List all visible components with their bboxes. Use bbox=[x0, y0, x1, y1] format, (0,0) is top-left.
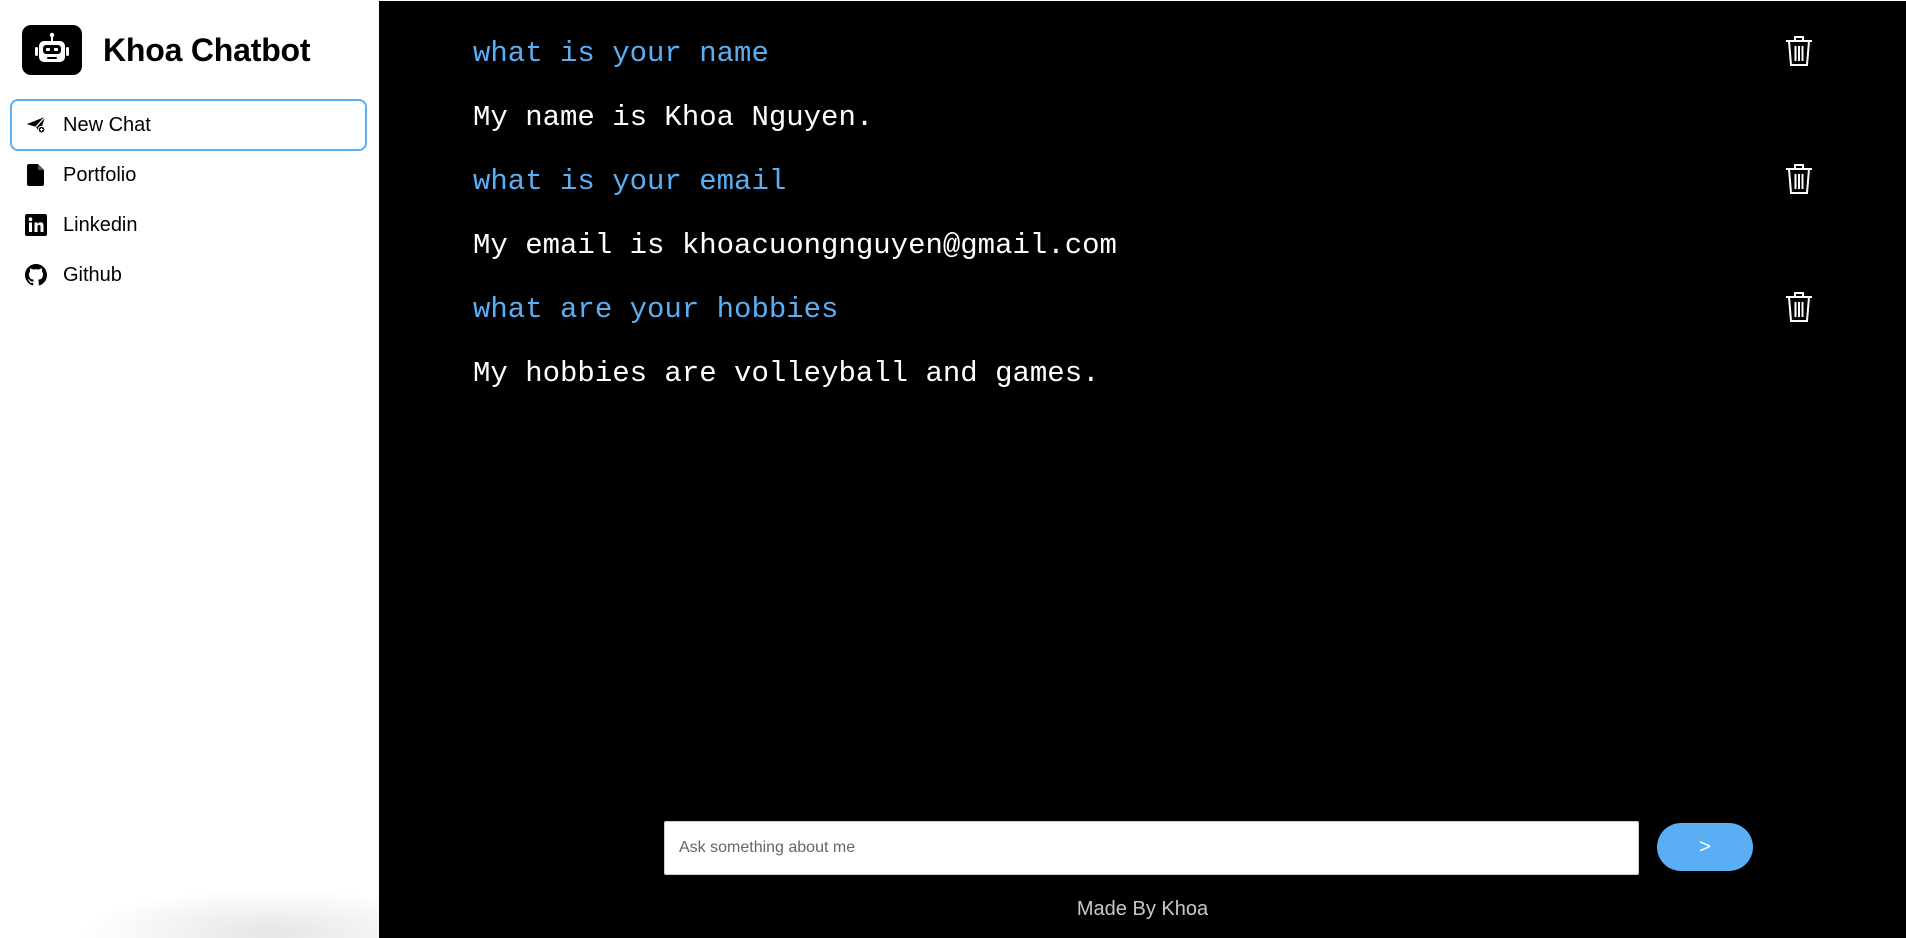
sidebar-item-label: Linkedin bbox=[63, 213, 138, 236]
paper-plane-icon bbox=[24, 113, 48, 137]
user-question: what is your name bbox=[473, 37, 769, 70]
sidebar: Khoa Chatbot New Chat Portfolio Linkedin… bbox=[0, 0, 379, 938]
sidebar-item-github[interactable]: Github bbox=[10, 249, 367, 301]
trash-icon bbox=[1786, 164, 1812, 194]
bot-answer: My email is khoacuongnguyen@gmail.com bbox=[473, 229, 1117, 262]
sidebar-shadow bbox=[80, 888, 379, 938]
sidebar-item-label: Github bbox=[63, 263, 122, 286]
user-question: what is your email bbox=[473, 165, 787, 198]
github-icon bbox=[24, 263, 48, 287]
delete-message-button[interactable] bbox=[1783, 289, 1815, 325]
bot-answer: My name is Khoa Nguyen. bbox=[473, 101, 874, 134]
sidebar-item-label: Portfolio bbox=[63, 163, 137, 186]
brand: Khoa Chatbot bbox=[22, 25, 311, 75]
send-button[interactable]: > bbox=[1657, 823, 1753, 871]
chat-panel: what is your name My name is Khoa Nguyen… bbox=[379, 1, 1906, 938]
robot-logo-icon bbox=[22, 25, 82, 75]
bot-answer: My hobbies are volleyball and games. bbox=[473, 357, 1100, 390]
linkedin-icon bbox=[24, 213, 48, 237]
sidebar-item-portfolio[interactable]: Portfolio bbox=[10, 149, 367, 201]
trash-icon bbox=[1786, 292, 1812, 322]
app-root: Khoa Chatbot New Chat Portfolio Linkedin… bbox=[0, 0, 1906, 938]
delete-message-button[interactable] bbox=[1783, 161, 1815, 197]
sidebar-item-linkedin[interactable]: Linkedin bbox=[10, 199, 367, 251]
sidebar-item-new-chat[interactable]: New Chat bbox=[10, 99, 367, 151]
chat-input[interactable] bbox=[664, 821, 1639, 875]
user-question: what are your hobbies bbox=[473, 293, 839, 326]
delete-message-button[interactable] bbox=[1783, 33, 1815, 69]
sidebar-item-label: New Chat bbox=[63, 113, 151, 136]
trash-icon bbox=[1786, 36, 1812, 66]
footer-credit: Made By Khoa bbox=[1076, 898, 1209, 920]
sidebar-nav: New Chat Portfolio Linkedin Github bbox=[10, 99, 367, 301]
app-title: Khoa Chatbot bbox=[103, 31, 311, 68]
file-icon bbox=[24, 163, 48, 187]
chat-composer: > bbox=[664, 821, 1884, 875]
